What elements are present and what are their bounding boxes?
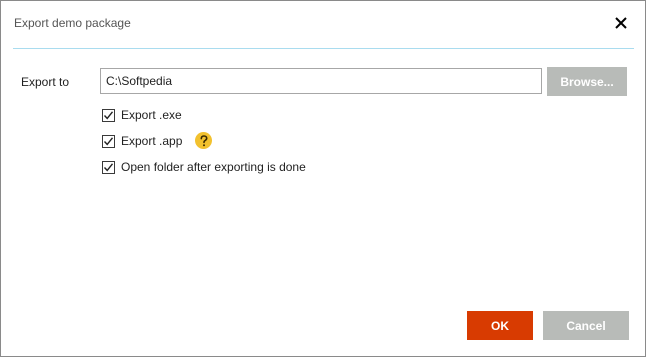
close-icon [615, 17, 627, 29]
question-mark-icon[interactable] [195, 132, 212, 149]
export-app-checkbox[interactable]: Export .app [102, 134, 182, 148]
open-folder-label: Open folder after exporting is done [121, 160, 306, 174]
export-app-label: Export .app [121, 134, 183, 148]
export-exe-checkbox[interactable]: Export .exe [102, 108, 182, 122]
export-dialog: Export demo package Export to Browse... … [0, 0, 646, 357]
export-exe-label: Export .exe [121, 108, 182, 122]
checkbox-checked-icon [102, 134, 115, 148]
checkbox-checked-icon [102, 160, 115, 174]
cancel-button[interactable]: Cancel [543, 311, 629, 340]
checkbox-checked-icon [102, 108, 115, 122]
browse-button[interactable]: Browse... [547, 67, 627, 96]
title-divider [13, 48, 634, 49]
close-button[interactable] [611, 13, 631, 33]
export-path-input[interactable] [100, 68, 542, 94]
ok-button[interactable]: OK [467, 311, 533, 340]
export-to-label: Export to [21, 75, 70, 89]
open-folder-checkbox[interactable]: Open folder after exporting is done [102, 160, 306, 174]
dialog-title: Export demo package [14, 16, 131, 30]
